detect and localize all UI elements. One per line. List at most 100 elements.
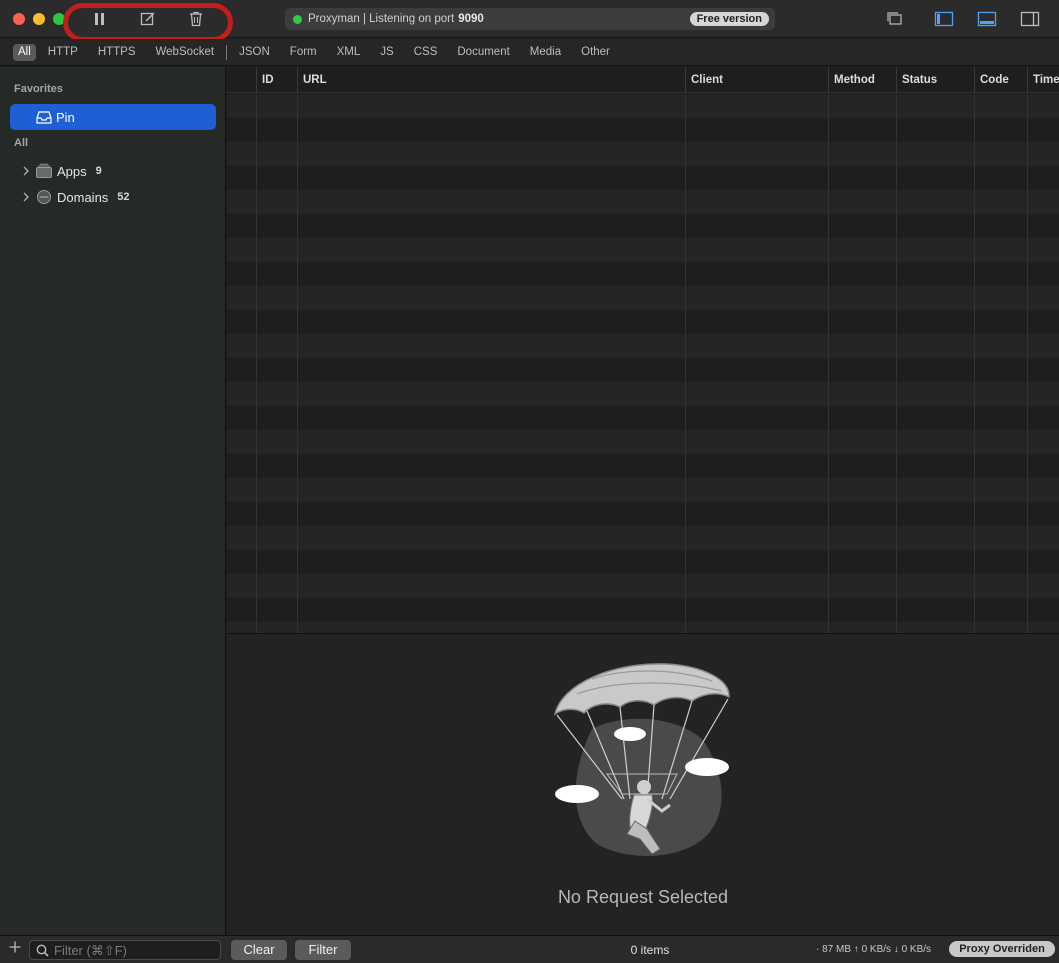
table-row [227,526,1059,550]
status-bar: Proxyman | Listening on port 9090 Free v… [285,8,775,30]
column-header-client[interactable]: Client [685,67,828,93]
filter-tab-js[interactable]: JS [380,44,393,61]
table-body [227,94,1059,633]
table-row [227,502,1059,526]
all-heading: All [14,137,29,149]
status-port: 9090 [458,13,484,25]
filter-separator [226,44,228,60]
column-header-time[interactable]: Time [1027,67,1059,93]
column-divider [974,94,975,633]
close-window-button[interactable] [13,13,25,25]
table-row [227,382,1059,406]
table-row [227,358,1059,382]
column-header-status[interactable]: Status [896,67,974,93]
left-sidebar-icon [934,11,954,27]
sidebar-filter-field[interactable] [29,940,221,960]
annotation-ring [63,3,233,42]
sidebar-item-pin[interactable]: Pin [10,104,216,130]
column-divider [256,94,257,633]
filter-tab-http[interactable]: HTTP [48,44,78,61]
status-text: Proxyman | Listening on port [308,13,455,25]
add-button[interactable] [8,939,22,959]
table-row [227,430,1059,454]
table-row [227,262,1059,286]
sidebar-item-label: Pin [56,109,75,125]
sidebar-item-domains[interactable]: Domains 52 [22,187,130,207]
table-row [227,574,1059,598]
sidebar-item-apps[interactable]: Apps 9 [22,161,102,181]
www-globe-icon [37,190,51,204]
status-indicator [293,14,302,24]
pin-tray-icon [36,111,52,124]
apps-stack-icon [36,163,52,178]
bottom-pane-icon [977,11,997,27]
search-icon [36,944,49,957]
column-divider [896,94,897,633]
column-divider [685,94,686,633]
table-row [227,478,1059,502]
windows-icon [887,12,902,25]
title-bar: Proxyman | Listening on port 9090 Free v… [0,0,1059,42]
table-row [227,286,1059,310]
filter-tab-css[interactable]: CSS [414,44,438,61]
new-window-button[interactable] [885,10,905,28]
filter-tab-all[interactable]: All [13,43,36,61]
table-row [227,94,1059,118]
favorites-heading: Favorites [14,83,63,95]
column-divider [1027,94,1028,633]
column-divider [828,94,829,633]
apps-count: 9 [95,165,102,177]
filter-button[interactable]: Filter [295,940,351,960]
domains-count: 52 [117,191,130,203]
table-row [227,238,1059,262]
filter-tab-form[interactable]: Form [290,44,317,61]
filter-tab-websocket[interactable]: WebSocket [156,44,215,61]
content-type-filter-bar: All HTTP HTTPS WebSocket JSON Form XML J… [0,39,1059,66]
column-divider [297,94,298,633]
column-header-id[interactable]: ID [256,67,297,93]
chevron-right-icon [23,192,29,202]
table-row [227,334,1059,358]
network-stats: · 87 MB ↑ 0 KB/s ↓ 0 KB/s [816,944,932,955]
table-row [227,598,1059,622]
filter-tab-https[interactable]: HTTPS [98,44,136,61]
filter-input[interactable] [54,942,214,958]
toggle-right-sidebar-button[interactable] [1020,10,1040,28]
column-header-method[interactable]: Method [828,67,896,93]
table-row [227,190,1059,214]
table-row [227,214,1059,238]
table-header: ID URL Client Method Status Code Time [227,67,1059,93]
sidebar: Favorites Pin All Apps 9 Domains 52 [0,67,226,935]
sidebar-item-label: Apps [57,163,87,179]
item-count: 0 items [630,943,670,957]
minimize-window-button[interactable] [33,13,45,25]
table-row [227,142,1059,166]
table-row [227,550,1059,574]
table-row [227,454,1059,478]
bottom-bar: Clear Filter 0 items · 87 MB ↑ 0 KB/s ↓ … [0,935,1059,963]
chevron-right-icon [23,166,29,176]
filter-tab-other[interactable]: Other [581,44,610,61]
right-sidebar-icon [1020,11,1040,27]
table-row [227,166,1059,190]
proxy-status-badge[interactable]: Proxy Overriden [949,941,1055,957]
parachute-illustration [553,663,730,856]
table-row [227,310,1059,334]
toggle-bottom-pane-button[interactable] [977,10,997,28]
table-row [227,622,1059,633]
table-row [227,118,1059,142]
request-table[interactable]: ID URL Client Method Status Code Time [227,67,1059,633]
filter-tab-xml[interactable]: XML [337,44,361,61]
request-detail-pane: No Request Selected [227,633,1059,935]
filter-tab-document[interactable]: Document [457,44,509,61]
version-badge[interactable]: Free version [689,12,769,26]
filter-tab-json[interactable]: JSON [239,44,270,61]
clear-button[interactable]: Clear [231,940,287,960]
plus-icon [9,941,21,953]
column-header-code[interactable]: Code [974,67,1027,93]
column-header-url[interactable]: URL [297,67,685,93]
filter-tab-media[interactable]: Media [530,44,561,61]
sidebar-item-label: Domains [57,189,109,205]
toggle-left-sidebar-button[interactable] [934,10,954,28]
empty-state-message: No Request Selected [557,887,729,907]
